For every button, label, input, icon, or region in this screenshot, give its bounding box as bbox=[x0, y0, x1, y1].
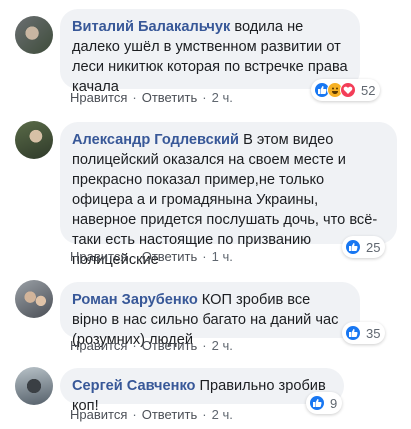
like-link[interactable]: Нравится bbox=[70, 90, 127, 105]
reaction-count: 25 bbox=[366, 239, 381, 255]
comment-time[interactable]: 2 ч. bbox=[212, 90, 233, 105]
comment: Александр Годлевский В этом видео полице… bbox=[0, 115, 411, 270]
like-link[interactable]: Нравится bbox=[70, 338, 127, 353]
reaction-summary[interactable]: 25 bbox=[342, 236, 386, 258]
like-link[interactable]: Нравится bbox=[70, 249, 127, 264]
reaction-count: 35 bbox=[366, 325, 381, 341]
comment-author[interactable]: Виталий Балакальчук bbox=[72, 19, 230, 35]
avatar[interactable] bbox=[15, 280, 53, 318]
comment-actions: Нравится · Ответить · 2 ч. bbox=[70, 407, 233, 422]
comment-time[interactable]: 1 ч. bbox=[212, 249, 233, 264]
like-icon bbox=[345, 239, 361, 255]
reply-link[interactable]: Ответить bbox=[142, 407, 198, 422]
avatar[interactable] bbox=[15, 121, 53, 159]
comment-bubble: Виталий Балакальчук водила не далеко ушё… bbox=[60, 9, 360, 95]
comment-author[interactable]: Сергей Савченко bbox=[72, 378, 195, 394]
reaction-summary[interactable]: 52 bbox=[311, 79, 381, 101]
reaction-summary[interactable]: 35 bbox=[342, 322, 386, 344]
comment-time[interactable]: 2 ч. bbox=[212, 338, 233, 353]
comment-actions: Нравится · Ответить · 2 ч. bbox=[70, 90, 233, 105]
comment-bubble: Роман Зарубенко КОП зробив все вірно в н… bbox=[60, 282, 360, 348]
like-link[interactable]: Нравится bbox=[70, 407, 127, 422]
like-icon bbox=[309, 395, 325, 411]
comment-actions: Нравится · Ответить · 1 ч. bbox=[70, 249, 233, 264]
comment-bubble: Сергей Савченко Правильно зробив коп! bbox=[60, 368, 344, 414]
reply-link[interactable]: Ответить bbox=[142, 338, 198, 353]
comment-bubble: Александр Годлевский В этом видео полице… bbox=[60, 122, 397, 268]
comment-text: В этом видео полицейский оказался на сво… bbox=[72, 132, 378, 268]
comment: Сергей Савченко Правильно зробив коп! 9 … bbox=[0, 360, 411, 429]
comment: Роман Зарубенко КОП зробив все вірно в н… bbox=[0, 270, 411, 360]
love-icon bbox=[340, 82, 356, 98]
comment-author[interactable]: Александр Годлевский bbox=[72, 132, 239, 148]
comment: Виталий Балакальчук водила не далеко ушё… bbox=[0, 0, 411, 115]
avatar[interactable] bbox=[15, 367, 53, 405]
comment-actions: Нравится · Ответить · 2 ч. bbox=[70, 338, 233, 353]
comment-time[interactable]: 2 ч. bbox=[212, 407, 233, 422]
reaction-summary[interactable]: 9 bbox=[306, 392, 343, 414]
reply-link[interactable]: Ответить bbox=[142, 249, 198, 264]
reply-link[interactable]: Ответить bbox=[142, 90, 198, 105]
reaction-count: 52 bbox=[361, 82, 376, 98]
avatar[interactable] bbox=[15, 16, 53, 54]
reaction-count: 9 bbox=[330, 395, 338, 411]
like-icon bbox=[345, 325, 361, 341]
comment-author[interactable]: Роман Зарубенко bbox=[72, 292, 198, 308]
